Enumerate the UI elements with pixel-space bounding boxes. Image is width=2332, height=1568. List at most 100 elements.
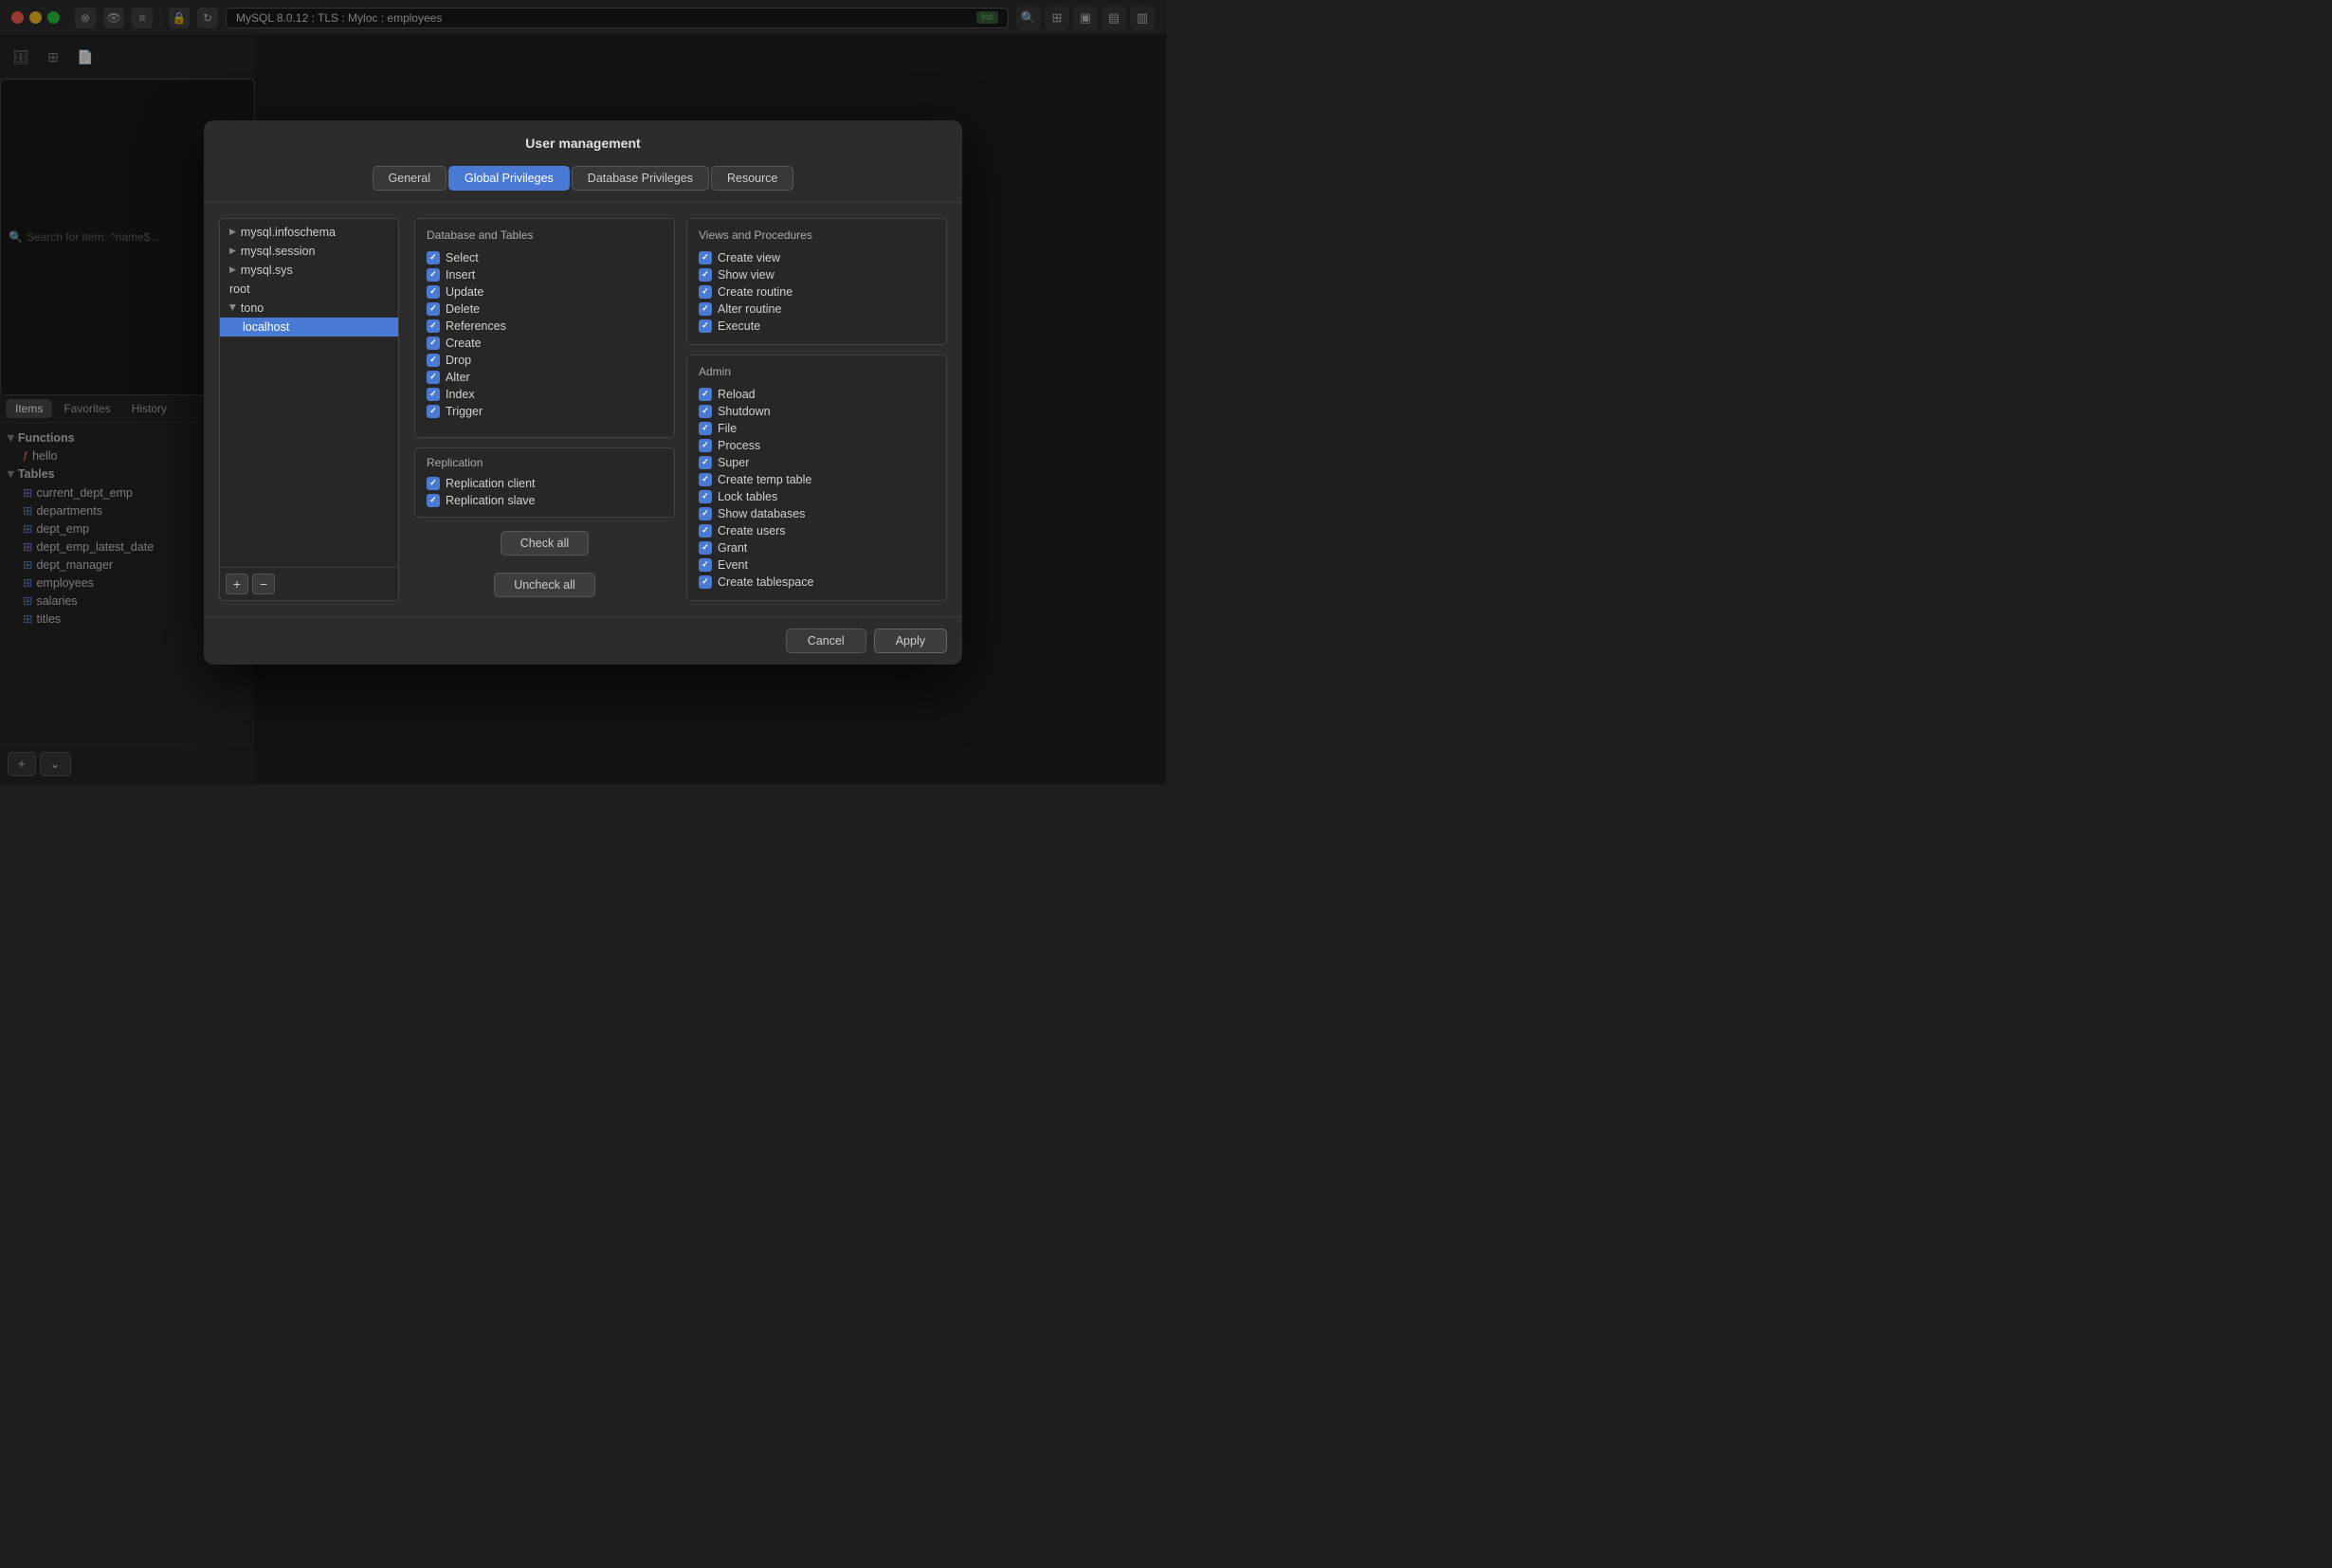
checkbox-create[interactable] (427, 337, 440, 350)
tab-global-privileges[interactable]: Global Privileges (448, 166, 570, 191)
checkbox-event[interactable] (699, 558, 712, 572)
priv-label: References (446, 319, 506, 333)
priv-index[interactable]: Index (427, 386, 663, 403)
priv-process[interactable]: Process (699, 437, 935, 454)
user-root[interactable]: root (220, 280, 398, 299)
priv-trigger[interactable]: Trigger (427, 403, 663, 420)
priv-label: Show databases (718, 507, 805, 520)
checkbox-references[interactable] (427, 319, 440, 333)
priv-show-databases[interactable]: Show databases (699, 505, 935, 522)
priv-super[interactable]: Super (699, 454, 935, 471)
priv-label: Alter (446, 371, 470, 384)
priv-label: Create tablespace (718, 575, 813, 589)
checkbox-super[interactable] (699, 456, 712, 469)
checkbox-lock-tables[interactable] (699, 490, 712, 503)
user-mysql-infoschema[interactable]: ▶ mysql.infoschema (220, 223, 398, 242)
priv-alter[interactable]: Alter (427, 369, 663, 386)
priv-label: Event (718, 558, 748, 572)
checkbox-insert[interactable] (427, 268, 440, 282)
cancel-button[interactable]: Cancel (786, 629, 866, 653)
priv-insert[interactable]: Insert (427, 266, 663, 283)
add-user-button[interactable]: + (226, 574, 248, 594)
checkbox-create-routine[interactable] (699, 285, 712, 299)
priv-label: Update (446, 285, 483, 299)
checkbox-show-view[interactable] (699, 268, 712, 282)
checkbox-alter[interactable] (427, 371, 440, 384)
priv-delete[interactable]: Delete (427, 301, 663, 318)
priv-create[interactable]: Create (427, 335, 663, 352)
apply-button[interactable]: Apply (874, 629, 947, 653)
priv-lock-tables[interactable]: Lock tables (699, 488, 935, 505)
priv-grant[interactable]: Grant (699, 539, 935, 556)
tab-database-privileges[interactable]: Database Privileges (572, 166, 709, 191)
checkbox-alter-routine[interactable] (699, 302, 712, 316)
priv-select[interactable]: Select (427, 249, 663, 266)
priv-repl-slave[interactable]: Replication slave (427, 492, 663, 509)
priv-label: Create users (718, 524, 786, 538)
priv-show-view[interactable]: Show view (699, 266, 935, 283)
tab-resource[interactable]: Resource (711, 166, 794, 191)
priv-create-temp[interactable]: Create temp table (699, 471, 935, 488)
checkbox-create-temp[interactable] (699, 473, 712, 486)
tab-general[interactable]: General (373, 166, 446, 191)
tree-arrow-icon: ▶ (229, 227, 236, 237)
checkbox-shutdown[interactable] (699, 405, 712, 418)
user-mysql-session[interactable]: ▶ mysql.session (220, 242, 398, 261)
checkbox-create-view[interactable] (699, 251, 712, 264)
checkbox-create-tablespace[interactable] (699, 575, 712, 589)
admin-panel: Admin Reload Shutdown (686, 355, 947, 601)
checkbox-file[interactable] (699, 422, 712, 435)
priv-create-tablespace[interactable]: Create tablespace (699, 574, 935, 591)
priv-label: Create (446, 337, 482, 350)
priv-reload[interactable]: Reload (699, 386, 935, 403)
priv-execute[interactable]: Execute (699, 318, 935, 335)
priv-create-users[interactable]: Create users (699, 522, 935, 539)
main-layout: 🗄 ⊞ 📄 🔍 Search for item: ^name$... Items… (0, 36, 1166, 784)
priv-event[interactable]: Event (699, 556, 935, 574)
priv-update[interactable]: Update (427, 283, 663, 301)
priv-create-view[interactable]: Create view (699, 249, 935, 266)
user-tono[interactable]: ▶ tono (220, 299, 398, 318)
priv-create-routine[interactable]: Create routine (699, 283, 935, 301)
priv-label: Create view (718, 251, 780, 264)
priv-label: Delete (446, 302, 480, 316)
checkbox-drop[interactable] (427, 354, 440, 367)
priv-repl-client[interactable]: Replication client (427, 475, 663, 492)
replication-panel: Replication Replication client Replicati… (414, 447, 675, 518)
checkbox-delete[interactable] (427, 302, 440, 316)
user-localhost[interactable]: localhost (220, 318, 398, 337)
checkbox-select[interactable] (427, 251, 440, 264)
priv-label: Replication client (446, 477, 536, 490)
uncheck-all-button[interactable]: Uncheck all (494, 573, 595, 597)
checkbox-show-databases[interactable] (699, 507, 712, 520)
remove-user-button[interactable]: − (252, 574, 275, 594)
tree-item-label: mysql.infoschema (241, 226, 336, 239)
tree-arrow-icon: ▶ (229, 246, 236, 256)
checkbox-repl-slave[interactable] (427, 494, 440, 507)
priv-label: Lock tables (718, 490, 777, 503)
views-proc-title: Views and Procedures (699, 228, 935, 242)
privileges-panel: Database and Tables Select Insert (414, 218, 947, 601)
priv-label: Create temp table (718, 473, 811, 486)
checkbox-grant[interactable] (699, 541, 712, 555)
checkbox-repl-client[interactable] (427, 477, 440, 490)
dialog-overlay: User management General Global Privilege… (0, 0, 1166, 784)
priv-alter-routine[interactable]: Alter routine (699, 301, 935, 318)
checkbox-execute[interactable] (699, 319, 712, 333)
priv-drop[interactable]: Drop (427, 352, 663, 369)
checkbox-reload[interactable] (699, 388, 712, 401)
priv-label: Shutdown (718, 405, 771, 418)
priv-label: Reload (718, 388, 756, 401)
priv-shutdown[interactable]: Shutdown (699, 403, 935, 420)
priv-label: Insert (446, 268, 475, 282)
checkbox-trigger[interactable] (427, 405, 440, 418)
check-all-button[interactable]: Check all (501, 531, 589, 556)
checkbox-create-users[interactable] (699, 524, 712, 538)
priv-label: Super (718, 456, 749, 469)
priv-file[interactable]: File (699, 420, 935, 437)
user-mysql-sys[interactable]: ▶ mysql.sys (220, 261, 398, 280)
checkbox-process[interactable] (699, 439, 712, 452)
priv-references[interactable]: References (427, 318, 663, 335)
checkbox-index[interactable] (427, 388, 440, 401)
checkbox-update[interactable] (427, 285, 440, 299)
